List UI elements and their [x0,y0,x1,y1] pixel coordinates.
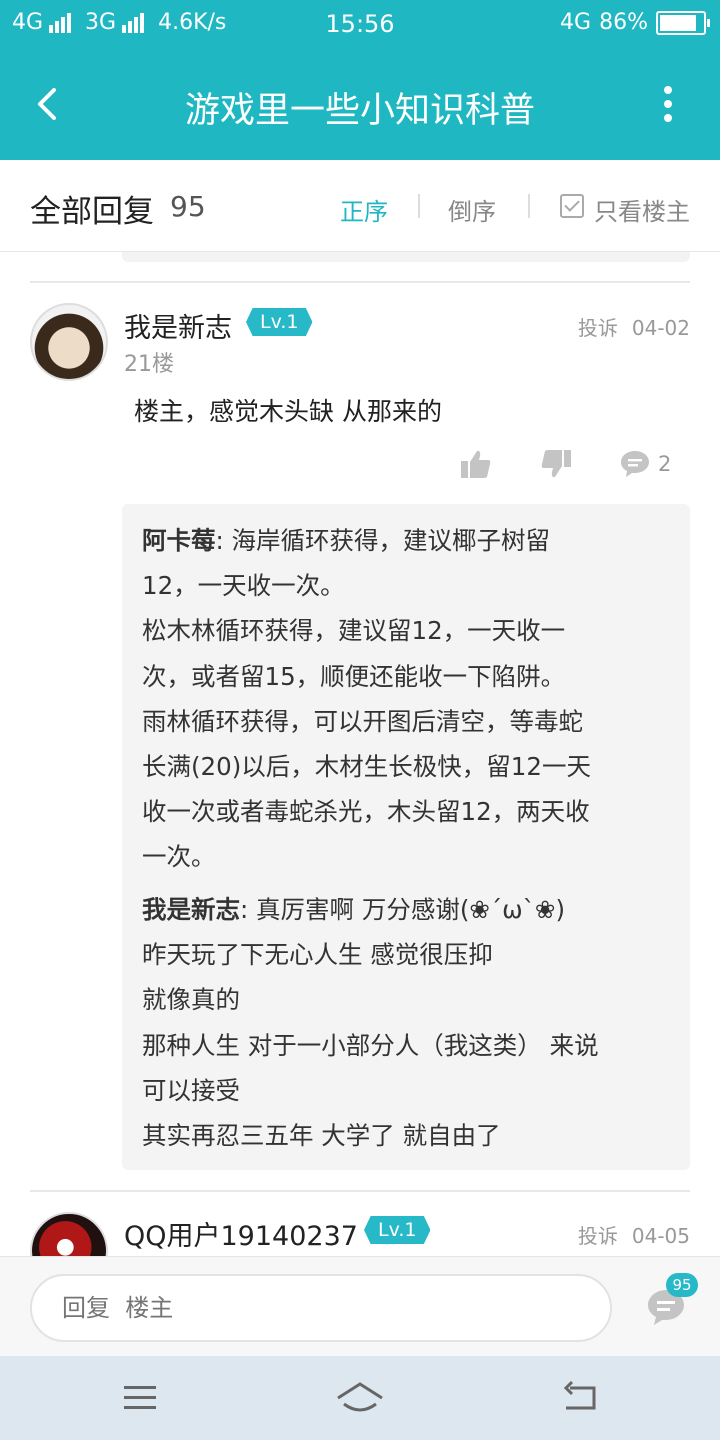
post-username[interactable]: 我是新志 [124,306,232,345]
home-icon[interactable] [334,1376,386,1420]
sub-reply[interactable]: 阿卡莓: 海岸循环获得，建议椰子树留 12，一天收一次。 松木林循环获得，建议留… [142,518,672,880]
network-label-3: 4G [560,10,592,35]
reply-text-line: 昨天玩了下无心人生 感觉很压抑 [142,940,493,970]
divider [30,1190,690,1192]
divider [528,194,530,218]
floor-number: 21楼 [124,352,174,377]
level-badge: Lv.1 [364,1216,431,1244]
comment-count: 2 [658,452,672,476]
reply-text-line: 可以接受 [142,1075,240,1105]
report-link[interactable]: 投诉 [578,1224,618,1248]
reply-text-line: 那种人生 对于一小部分人（我这类） 来说 [142,1030,599,1060]
post-date: 04-05 [631,1224,690,1248]
reply-text-line: 雨林循环获得，可以开图后清空，等毒蛇 [142,706,583,736]
post-username[interactable]: QQ用户19140237 [124,1214,358,1253]
reply-input[interactable] [30,1274,612,1342]
sub-reply[interactable]: 我是新志: 真厉害啊 万分感谢(❀´ω`❀) 昨天玩了下无心人生 感觉很压抑 就… [142,887,672,1158]
previous-reply-box [122,252,690,262]
comment-count-badge: 95 [666,1273,698,1297]
reply-text-line: 一次。 [142,842,216,872]
reply-text-line: 次，或者留15，顺便还能收一下陷阱。 [142,661,566,691]
system-nav-bar [0,1356,720,1440]
sort-bar: 全部回复 95 正序 倒序 只看楼主 [0,160,720,252]
comment-icon [621,451,649,477]
avatar[interactable] [30,303,108,381]
battery-percent: 86% [599,10,648,35]
post-date: 04-02 [631,316,690,340]
reply-text-line: : 真厉害啊 万分感谢(❀´ω`❀) [240,895,566,924]
reply-text-line: : 海岸循环获得，建议椰子树留 [215,526,551,555]
reply-text-line: 松木林循环获得，建议留12，一天收一 [142,616,566,646]
battery-icon [656,10,710,35]
only-op-checkbox[interactable] [560,194,584,218]
sort-asc-button[interactable]: 正序 [340,192,388,227]
sub-replies-box: 阿卡莓: 海岸循环获得，建议椰子树留 12，一天收一次。 松木林循环获得，建议留… [122,504,690,1170]
reply-nick[interactable]: 我是新志 [142,895,240,924]
reply-nick[interactable]: 阿卡莓 [142,526,216,555]
more-vertical-icon[interactable] [662,86,674,122]
all-replies-label: 全部回复 [30,194,154,230]
thumbs-down-icon[interactable] [540,446,572,482]
page-title: 游戏里一些小知识科普 [184,91,535,131]
title-bar: 游戏里一些小知识科普 [0,48,720,160]
post-meta: 投诉 04-02 [578,312,690,341]
reply-text-line: 长满(20)以后，木材生长极快，留12一天 [142,752,591,782]
post-content: 楼主，感觉木头缺 从那来的 [134,397,442,426]
only-op-label[interactable]: 只看楼主 [594,192,690,227]
reply-text-line: 就像真的 [142,985,240,1015]
post-meta: 投诉 04-05 [578,1220,690,1249]
status-bar: 4G 3G 4.6K/s 15:56 4G 86% [0,0,720,48]
comment-button[interactable]: 2 [620,446,690,482]
divider [418,194,420,218]
return-icon[interactable] [558,1376,602,1420]
reply-text-line: 12，一天收一次。 [142,571,345,601]
level-badge: Lv.1 [246,308,313,336]
menu-icon[interactable] [118,1376,162,1420]
report-link[interactable]: 投诉 [578,316,618,340]
reply-count: 95 [170,190,206,223]
reply-text-line: 收一次或者毒蛇杀光，木头留12，两天收 [142,797,590,827]
reply-text-line: 其实再忍三五年 大学了 就自由了 [142,1121,501,1151]
reply-bar: 95 [0,1256,720,1356]
sort-desc-button[interactable]: 倒序 [448,192,496,227]
divider [30,281,690,283]
thumbs-up-icon[interactable] [460,446,492,482]
